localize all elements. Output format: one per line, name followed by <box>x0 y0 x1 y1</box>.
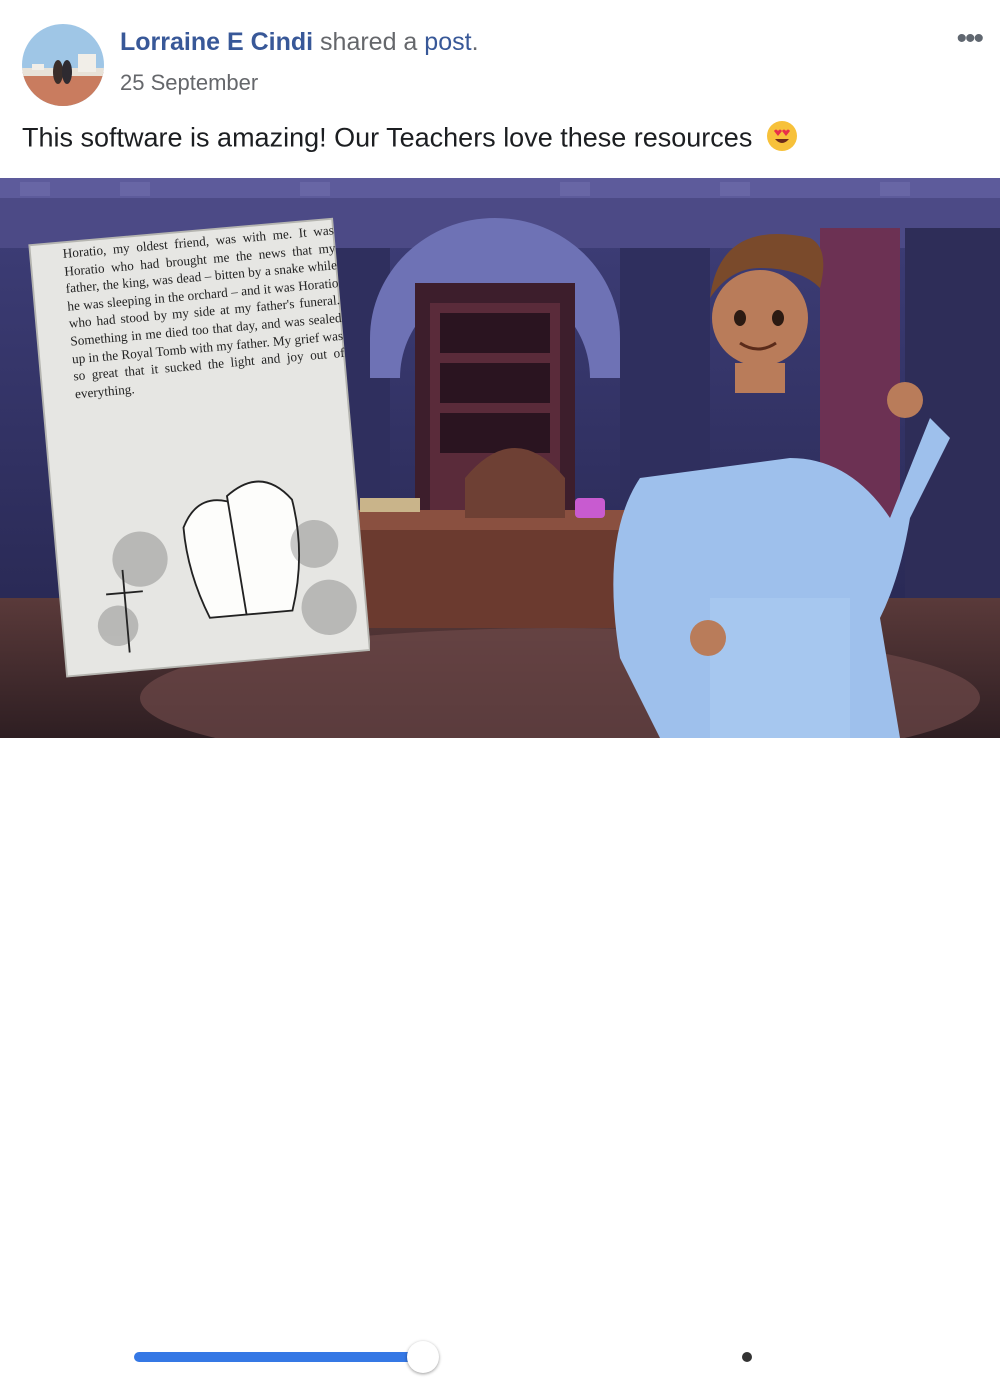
post-date[interactable]: 25 September <box>120 70 258 96</box>
author-line: Lorraine E Cindi shared a post. <box>120 28 479 57</box>
author-name[interactable]: Lorraine E Cindi <box>120 28 313 56</box>
gear-icon[interactable] <box>728 1338 766 1381</box>
fullscreen-icon[interactable] <box>858 1338 896 1381</box>
post-link[interactable]: post <box>424 28 471 56</box>
video-controls: -0:19 <box>0 660 1000 1375</box>
video-player[interactable]: Horatio, my oldest friend, was with me. … <box>0 178 1000 738</box>
play-icon[interactable] <box>34 1342 60 1377</box>
more-options-icon[interactable]: ••• <box>956 22 983 56</box>
time-remaining: -0:19 <box>640 1340 694 1366</box>
post-body: This software is amazing! Our Teachers l… <box>22 122 753 153</box>
progress-bar[interactable] <box>134 1341 572 1373</box>
picture-in-picture-icon[interactable] <box>794 1338 832 1381</box>
shared-text: shared a <box>320 28 418 56</box>
book-page-text: Horatio, my oldest friend, was with me. … <box>62 222 346 402</box>
heart-eyes-emoji-icon <box>766 120 798 159</box>
post-header: Lorraine E Cindi shared a post. 25 Septe… <box>0 0 1000 180</box>
progress-scrubber[interactable] <box>407 1341 440 1373</box>
mute-icon[interactable] <box>918 1338 962 1381</box>
punctuation: . <box>471 28 479 56</box>
progress-fill <box>134 1352 424 1362</box>
post-text: This software is amazing! Our Teachers l… <box>22 120 798 159</box>
avatar[interactable] <box>22 24 104 106</box>
